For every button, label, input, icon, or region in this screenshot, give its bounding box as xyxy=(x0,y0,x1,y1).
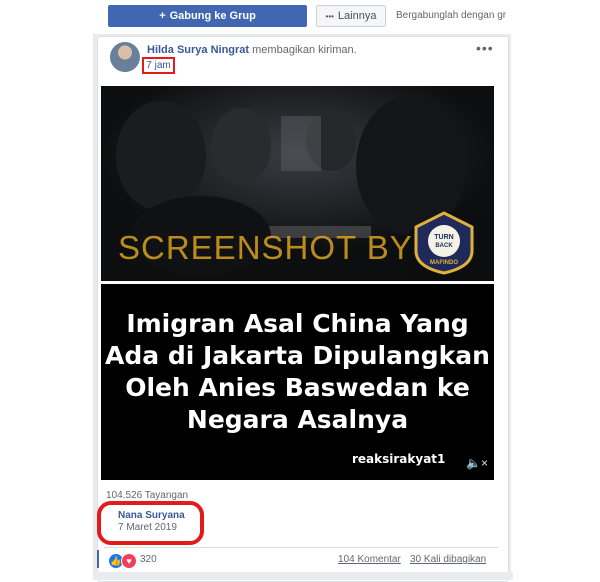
join-hint-text: Bergabunglah dengan grup xyxy=(396,10,506,21)
sharer-name[interactable]: Nana Suryana xyxy=(118,510,185,521)
comments-link[interactable]: 104 Komentar xyxy=(338,554,401,565)
more-button[interactable]: ••• Lainnya xyxy=(316,5,386,27)
svg-text:MAFINDO: MAFINDO xyxy=(430,260,458,266)
author-avatar[interactable] xyxy=(110,42,140,72)
headline-line-3: Oleh Anies Baswedan ke xyxy=(125,373,470,402)
channel-watermark: reaksirakyat1 xyxy=(352,452,446,466)
plus-icon: + xyxy=(159,10,166,22)
video-headline: Imigran Asal China Yang Ada di Jakarta D… xyxy=(101,308,494,436)
reaction-accent xyxy=(97,550,99,568)
headline-line-4: Negara Asalnya xyxy=(186,405,409,434)
sharer-date[interactable]: 7 Maret 2019 xyxy=(118,522,177,533)
view-count: 104.526 Tayangan xyxy=(106,490,189,501)
reaction-count[interactable]: 320 xyxy=(140,554,157,565)
more-label: Lainnya xyxy=(337,10,377,22)
headline-line-2: Ada di Jakarta Dipulangkan xyxy=(105,341,490,370)
love-icon: ♥ xyxy=(121,553,137,569)
turnbackhoax-logo: TURN BACK MAFINDO xyxy=(412,211,476,275)
volume-icon[interactable]: 🔈× xyxy=(466,456,488,470)
author-name[interactable]: Hilda Surya Ningrat xyxy=(147,44,249,56)
feed-bottom xyxy=(93,572,513,580)
post-timestamp[interactable]: 7 jam xyxy=(142,57,175,74)
page-margin xyxy=(0,0,93,580)
shares-link[interactable]: 30 Kali dibagikan xyxy=(410,554,486,565)
svg-text:BACK: BACK xyxy=(435,243,453,249)
reaction-icons[interactable]: 👍 ♥ xyxy=(108,553,137,569)
screenshot-watermark: SCREENSHOT BY xyxy=(118,229,413,266)
svg-text:TURN: TURN xyxy=(434,234,453,241)
ellipsis-icon: ••• xyxy=(325,11,334,21)
post-time-label: 7 jam xyxy=(146,60,171,71)
join-group-label: Gabung ke Grup xyxy=(169,10,256,22)
post-options-icon[interactable]: ••• xyxy=(476,40,494,56)
headline-line-1: Imigran Asal China Yang xyxy=(126,309,469,338)
join-group-button[interactable]: + Gabung ke Grup xyxy=(108,5,307,27)
post-action-text: membagikan kiriman. xyxy=(252,44,357,56)
post-header: Hilda Surya Ningrat membagikan kiriman. xyxy=(147,44,357,56)
reactions-divider xyxy=(104,547,498,548)
